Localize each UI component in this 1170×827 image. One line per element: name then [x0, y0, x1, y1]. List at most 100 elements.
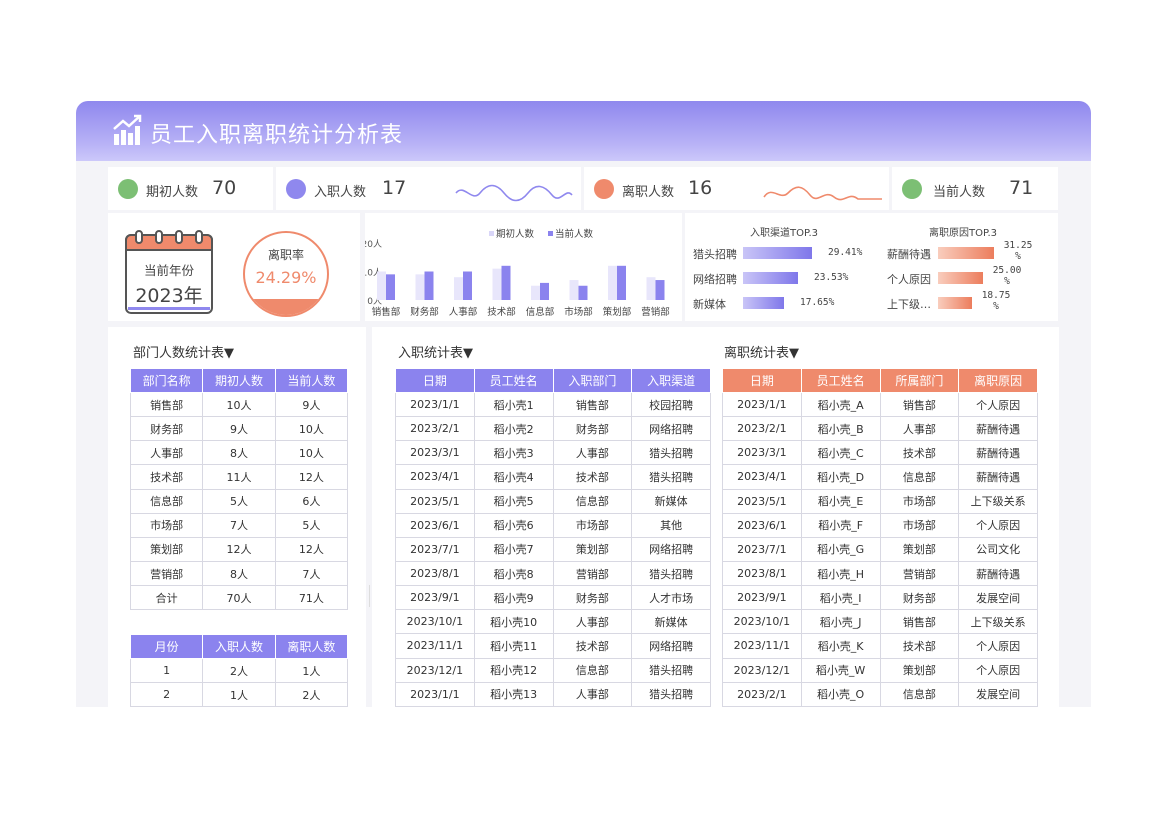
table-cell: 网络招聘 [631, 633, 711, 659]
table-cell: 2人 [202, 657, 276, 684]
x-tick-label: 市场部 [564, 306, 593, 318]
table-cell: 个人原因 [958, 512, 1038, 538]
entry-section-title[interactable]: 入职统计表▼ [398, 342, 473, 361]
table-cell: 稻小壳8 [473, 560, 554, 587]
bar-initial [454, 277, 463, 300]
table-cell: 2023/11/1 [722, 633, 802, 659]
table-cell: 稻小壳_W [800, 657, 881, 683]
column-header[interactable]: 入职人数 [202, 634, 276, 659]
bar-initial [415, 274, 425, 300]
table-cell: 稻小壳3 [473, 440, 554, 466]
table-cell: 2023/10/1 [722, 609, 802, 635]
table-cell: 2023/6/1 [722, 512, 802, 538]
top3-label: 新媒体 [693, 298, 726, 311]
table-cell: 人事部 [879, 416, 960, 442]
bar-initial [569, 280, 579, 300]
table-cell: 其他 [631, 512, 711, 538]
table-row: 策划部 12人 12人 [129, 536, 349, 562]
column-header[interactable]: 员工姓名 [473, 368, 554, 393]
table-cell: 5人 [274, 512, 349, 538]
table-cell: 2023/12/1 [395, 657, 475, 683]
table-cell: 财务部 [129, 416, 204, 442]
table-cell: 12人 [274, 464, 349, 490]
leave-rate-gauge: 离职率 24.29% [243, 231, 329, 317]
table-cell: 信息部 [129, 488, 204, 514]
table-cell: 策划部 [879, 536, 960, 562]
table-cell: 财务部 [552, 585, 633, 611]
table-row: 2023/1/1 稻小壳_A 销售部 个人原因 [722, 391, 1038, 418]
table-cell: 人事部 [129, 440, 204, 466]
table-row: 2023/8/1 稻小壳_H 营销部 薪酬待遇 [722, 560, 1038, 587]
table-cell: 稻小壳11 [473, 633, 554, 659]
dept-compare-chart: 20人10人0人期初人数当前人数销售部财务部人事部技术部信息部市场部策划部营销部 [362, 213, 682, 321]
top3-value: 29.41% [828, 247, 863, 258]
kpi-label: 当前人数 [933, 185, 986, 200]
table-cell: 技术部 [552, 464, 633, 490]
table-cell: 网络招聘 [631, 536, 711, 562]
table-cell: 2023/1/1 [395, 681, 475, 707]
kpi-value: 70 [212, 177, 237, 199]
table-cell: 销售部 [552, 391, 633, 418]
top3-bar [743, 297, 784, 309]
column-header[interactable]: 入职渠道 [631, 368, 711, 393]
table-cell: 1人 [202, 682, 276, 708]
table-cell: 稻小壳_B [800, 416, 881, 442]
table-cell: 稻小壳6 [473, 512, 554, 538]
chart-growth-icon [113, 114, 142, 145]
table-row: 2023/9/1 稻小壳9 财务部 人才市场 [395, 585, 711, 611]
kpi-label: 入职人数 [314, 185, 367, 200]
column-header[interactable]: 入职部门 [552, 368, 633, 393]
column-header[interactable]: 部门名称 [129, 368, 204, 393]
column-header[interactable]: 期初人数 [202, 368, 276, 393]
dept-section-title[interactable]: 部门人数统计表▼ [133, 342, 234, 361]
table-row: 2023/2/1 稻小壳2 财务部 网络招聘 [395, 416, 711, 442]
table-row: 人事部 8人 10人 [129, 440, 349, 466]
table-row: 2023/12/1 稻小壳_W 策划部 个人原因 [722, 657, 1038, 683]
column-header[interactable]: 离职人数 [274, 634, 349, 659]
table-cell: 2023/10/1 [395, 609, 475, 635]
bar-current [655, 280, 665, 300]
table-cell: 2023/9/1 [722, 585, 802, 611]
table-cell: 技术部 [879, 633, 960, 659]
column-header[interactable]: 日期 [395, 368, 475, 393]
top3-bar [938, 297, 972, 309]
kpi-value: 17 [382, 177, 407, 199]
table-cell: 稻小壳1 [473, 391, 554, 418]
table-cell: 9人 [202, 416, 276, 442]
table-cell: 信息部 [552, 657, 633, 683]
table-cell: 薪酬待遇 [958, 464, 1038, 490]
table-row: 2023/3/1 稻小壳3 人事部 猎头招聘 [395, 440, 711, 466]
table-cell: 稻小壳_F [800, 512, 881, 538]
legend-swatch [548, 231, 553, 236]
table-cell: 猎头招聘 [631, 440, 711, 466]
x-tick-label: 财务部 [410, 306, 439, 318]
x-tick-label: 人事部 [449, 306, 478, 318]
table-row: 销售部 10人 9人 [129, 391, 349, 418]
column-header[interactable]: 当前人数 [274, 368, 349, 393]
column-header[interactable]: 日期 [722, 368, 802, 393]
table-cell: 上下级关系 [958, 609, 1038, 635]
table-cell: 稻小壳_I [800, 585, 881, 611]
table-cell: 销售部 [879, 391, 960, 418]
table-cell: 70人 [202, 585, 276, 611]
table-cell: 校园招聘 [631, 391, 711, 418]
table-cell: 1 [129, 657, 204, 684]
table-row: 2023/4/1 稻小壳_D 信息部 薪酬待遇 [722, 464, 1038, 490]
table-cell: 稻小壳_J [800, 609, 881, 635]
x-tick-label: 销售部 [372, 306, 401, 318]
column-header[interactable]: 月份 [129, 634, 204, 659]
table-cell: 2023/8/1 [395, 560, 475, 587]
table-cell: 猎头招聘 [631, 464, 711, 490]
column-header[interactable]: 所属部门 [879, 368, 960, 393]
month-table: 月份 入职人数 离职人数 1 2人 1人 2 1人 2人 [129, 634, 349, 708]
table-row: 2023/6/1 稻小壳6 市场部 其他 [395, 512, 711, 538]
table-cell: 6人 [274, 488, 349, 514]
leave-section-title[interactable]: 离职统计表▼ [724, 342, 799, 361]
column-header[interactable]: 离职原因 [958, 368, 1038, 393]
table-cell: 发展空间 [958, 681, 1038, 707]
bar-current [540, 282, 549, 300]
table-row: 2023/11/1 稻小壳_K 技术部 个人原因 [722, 633, 1038, 659]
table-cell: 销售部 [879, 609, 960, 635]
table-cell: 1人 [274, 657, 349, 684]
column-header[interactable]: 员工姓名 [800, 368, 881, 393]
